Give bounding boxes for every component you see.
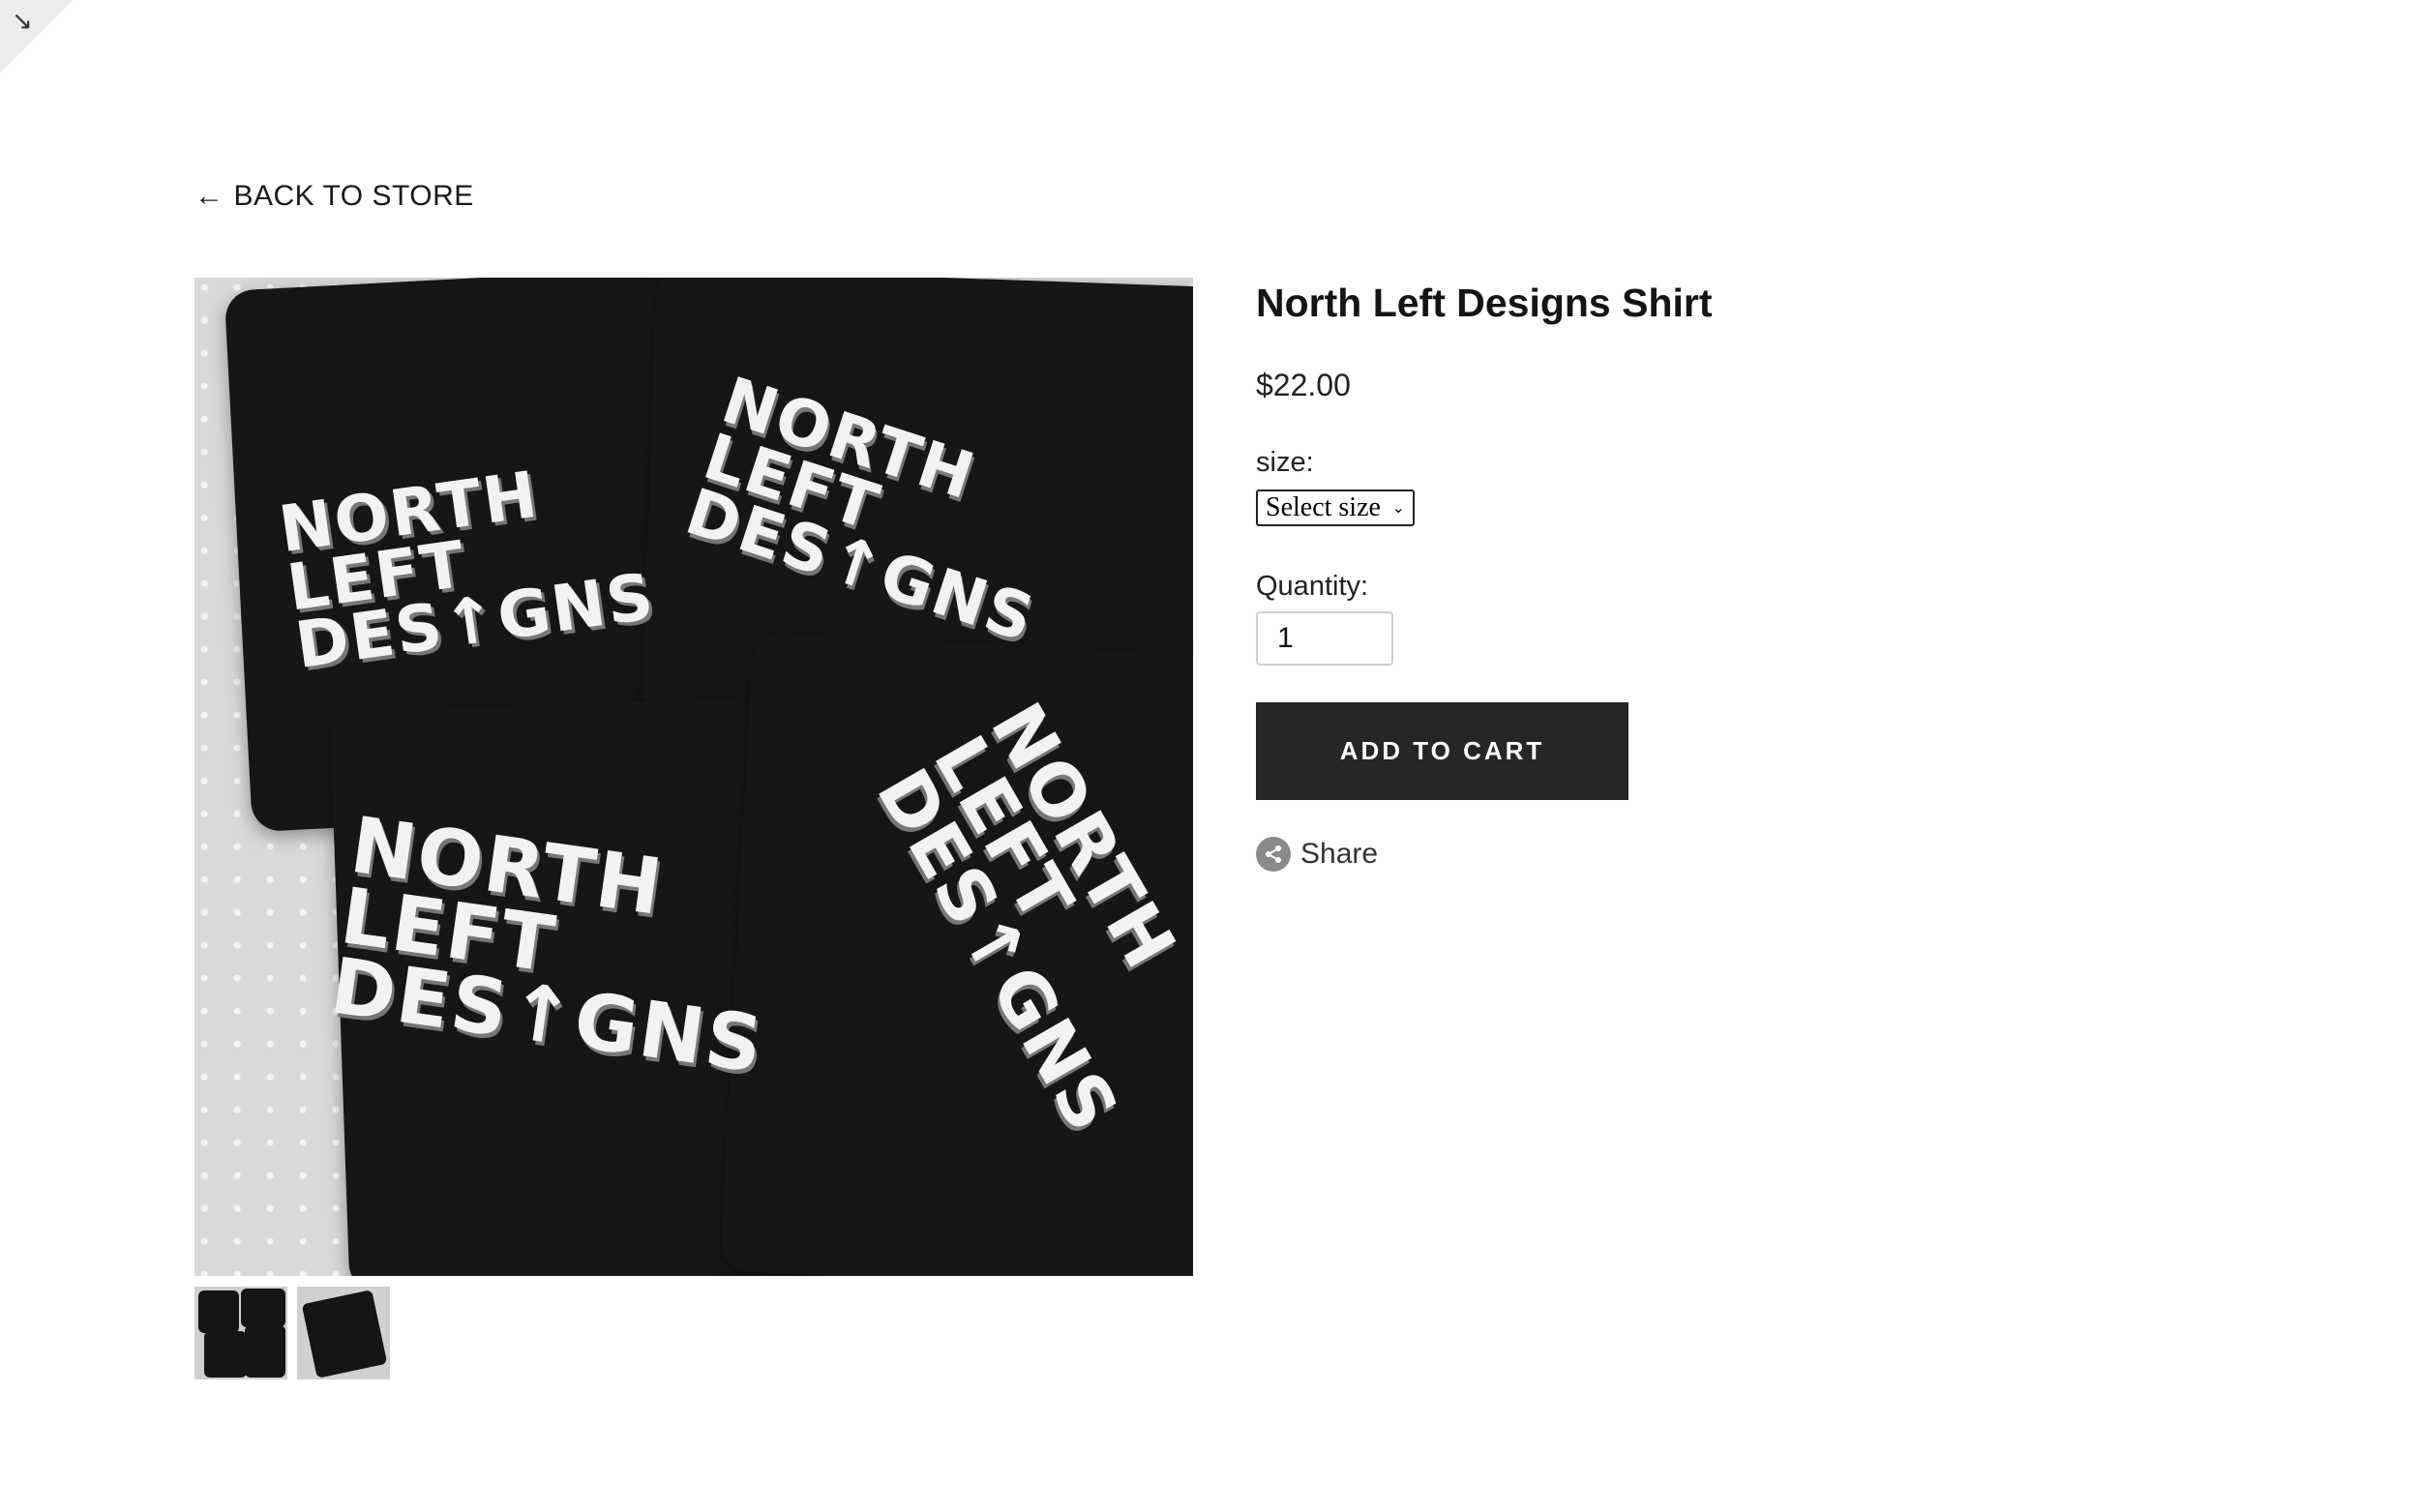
size-select-value: Select size	[1266, 492, 1381, 522]
quantity-input[interactable]	[1256, 611, 1393, 666]
thumbnail-1[interactable]	[194, 1287, 287, 1379]
back-to-store-link[interactable]: ← BACK TO STORE	[194, 180, 474, 213]
expand-corner[interactable]: ↘	[0, 0, 73, 73]
thumbnail-2[interactable]	[297, 1287, 390, 1379]
thumbnail-strip	[194, 1287, 390, 1379]
share-label: Share	[1300, 838, 1379, 870]
product-main-image[interactable]: NORTH LEFT DES↑GNS NORTH LEFT DES↑GNS NO…	[194, 278, 1193, 1276]
chevron-down-icon: ⌄	[1391, 500, 1405, 517]
left-arrow-icon: ←	[194, 180, 224, 212]
share-icon	[1256, 837, 1291, 872]
size-select[interactable]: Select size ⌄	[1256, 489, 1415, 526]
back-to-store-label: BACK TO STORE	[233, 180, 474, 212]
add-to-cart-button[interactable]: ADD TO CART	[1256, 702, 1628, 800]
expand-arrow-icon[interactable]: ↘	[12, 8, 33, 33]
product-price: $22.00	[1256, 368, 1351, 402]
product-title: North Left Designs Shirt	[1256, 281, 1713, 325]
quantity-label: Quantity:	[1256, 571, 1369, 602]
size-label: size:	[1256, 447, 1314, 478]
share-link[interactable]: Share	[1256, 837, 1378, 872]
